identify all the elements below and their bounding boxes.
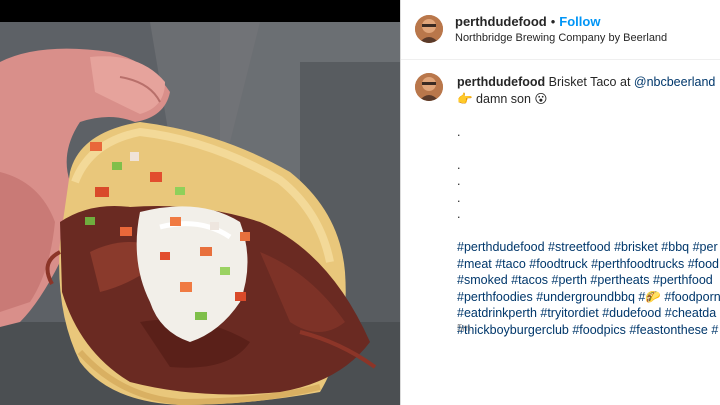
taco-photo [0,22,400,405]
post-photo[interactable] [0,0,400,405]
profile-avatar[interactable] [415,15,443,43]
separator-dot: • [550,14,556,29]
post-caption: perthdudefood Brisket Taco at @nbcbeerla… [457,74,720,338]
hashtag-line[interactable]: #smoked #tacos #perth #pertheats #perthf… [457,272,720,289]
hashtag-line[interactable]: #thickboyburgerclub #foodpics #feastonth… [457,322,720,339]
hashtag-line[interactable]: #perthdudefood #streetfood #brisket #bbq… [457,239,720,256]
post-side-panel: perthdudefood • Follow Northbridge Brewing… [401,0,720,405]
caption-dot: . [457,174,461,188]
caption-gap [457,223,720,240]
caption-dot: . [457,157,461,172]
caption-text: Brisket Taco at [545,75,634,89]
caption-dot: . [457,207,461,221]
hashtag-line[interactable]: #eatdrinkperth #tryitordiet #dudefood #c… [457,305,720,322]
caption-dot: . [457,124,461,139]
avatar-icon [415,73,443,101]
follow-button[interactable]: Follow [559,14,600,29]
location-link[interactable]: Northbridge Brewing Company by Beerland [455,32,667,44]
caption-username[interactable]: perthdudefood [457,75,545,89]
post-timestamp[interactable]: 5m [457,323,471,334]
header-user-line: perthdudefood • Follow [455,13,600,31]
hashtag-line[interactable]: #meat #taco #foodtruck #perthfoodtrucks … [457,256,720,273]
caption-gap [457,140,720,157]
caption-gap [457,107,720,124]
caption-dot: . [457,190,461,205]
avatar-icon [415,15,443,43]
caption-avatar[interactable] [415,73,443,101]
caption-second-line: 👉 damn son 😮 [457,91,548,106]
post-header: perthdudefood • Follow Northbridge Brewing… [401,0,720,60]
hashtag-line[interactable]: #perthfoodies #undergroundbbq #🌮 #foodpo… [457,289,720,306]
header-username[interactable]: perthdudefood [455,14,547,29]
photo-top-bar [0,0,400,22]
caption-first-line: perthdudefood Brisket Taco at @nbcbeerla… [457,74,720,91]
caption-mention[interactable]: @nbcbeerland [634,75,716,89]
